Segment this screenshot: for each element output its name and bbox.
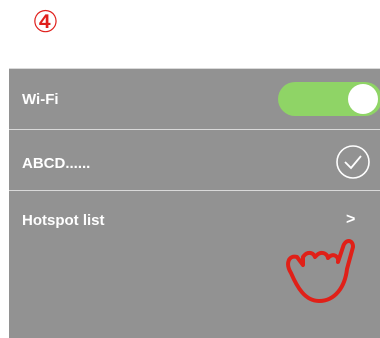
pointing-hand-icon [286, 239, 355, 303]
check-circle-icon [336, 145, 370, 179]
wifi-label: Wi-Fi [22, 91, 59, 108]
network-row[interactable]: ABCD...... [9, 129, 380, 190]
wifi-row: Wi-Fi [9, 68, 380, 129]
step-number: ④ [32, 5, 59, 40]
wifi-toggle[interactable] [278, 82, 380, 116]
network-name: ABCD...... [22, 155, 91, 172]
toggle-knob [348, 84, 378, 114]
hotspot-list-label: Hotspot list [22, 212, 105, 229]
